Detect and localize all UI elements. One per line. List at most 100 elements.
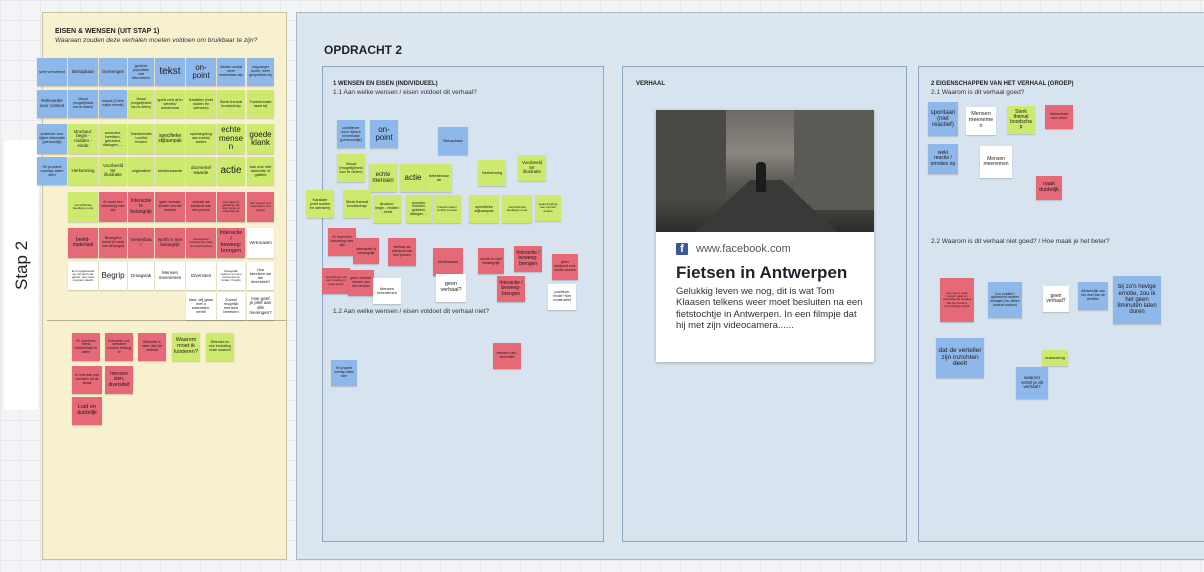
sticky-note[interactable]: spontaan (niet reactief): [928, 102, 958, 136]
sticky-note[interactable]: Herkenbaar voor velen: [1045, 105, 1073, 129]
sticky-note[interactable]: actie: [217, 157, 245, 185]
sticky-note[interactable]: Behapbaar: [438, 127, 468, 155]
sticky-note[interactable]: Mensen meenemen: [155, 262, 185, 290]
sticky-note[interactable]: nuancering: [1042, 350, 1068, 366]
sticky-note[interactable]: specifieke stijlaanpak: [155, 124, 185, 154]
sticky-note[interactable]: Hoe geef je plek aan alle meningen?: [247, 292, 274, 320]
sticky-note[interactable]: geen verhaal, emotie van het verhaal: [348, 270, 374, 296]
sticky-note[interactable]: Interactie / beweeg-brengen: [497, 276, 525, 302]
sticky-note[interactable]: Luid en duidelijk: [72, 397, 102, 425]
sticky-note[interactable]: Interactie / beweeg-brengen: [514, 246, 542, 272]
sticky-note[interactable]: Relevantie voor context: [37, 90, 67, 118]
sticky-note[interactable]: actie: [400, 164, 426, 192]
sticky-note[interactable]: er hele kan met verhalen uit de straat: [72, 366, 102, 394]
sticky-note[interactable]: Herkenning: [68, 157, 98, 185]
sticky-note[interactable]: Sterk themal boodschap: [343, 190, 371, 218]
sticky-note[interactable]: Karakter (met noden en wensen): [306, 190, 334, 218]
sticky-note[interactable]: Hoe bereiken we die diversiteit?: [247, 262, 274, 290]
sticky-note[interactable]: Er moet een mens herkenbaar in zitten: [72, 333, 100, 361]
sticky-note[interactable]: naak duidelijk: [1036, 176, 1062, 200]
sticky-note[interactable]: Er moet een bedoeling mee zijn: [328, 228, 356, 256]
sticky-note[interactable]: structuur: begin - midden - einde: [373, 195, 401, 223]
sticky-note[interactable]: structuur: begin - midden - einde: [68, 124, 98, 154]
sticky-note[interactable]: Voorbeeld ter illustratie: [518, 155, 546, 181]
sticky-note[interactable]: positiever voor rijkere informatie (pers…: [37, 124, 67, 154]
sticky-note[interactable]: verschillend van een invulling in actie …: [322, 268, 350, 294]
sticky-note[interactable]: Mensen meenemen: [966, 107, 996, 135]
sticky-note[interactable]: Sterk themal boodschap: [1007, 106, 1035, 134]
sticky-note[interactable]: Vertrouwen: [247, 228, 274, 258]
sticky-note[interactable]: spelt zich af in wereld/ universum: [155, 90, 185, 118]
facebook-post-card[interactable]: f www.facebook.com Fietsen in Antwerpen …: [656, 110, 874, 362]
sticky-note[interactable]: Visual (mogelijkheid van te delen): [337, 154, 365, 182]
post-title[interactable]: Fietsen in Antwerpen: [676, 263, 847, 283]
sticky-note[interactable]: mensen zien, diversiteit: [105, 366, 133, 394]
sticky-note[interactable]: mag langer duren, meer gesprekken bij: [247, 58, 274, 86]
sticky-note[interactable]: idealen omdat meer herkenbaar zijn: [217, 58, 245, 86]
sticky-note[interactable]: Afhankelijk van het doel van de vertelle…: [1078, 282, 1108, 310]
sticky-note[interactable]: dat de verteller zijn inzichten deelt: [936, 338, 984, 378]
sticky-note[interactable]: Relevant en een bedoeling maar waarom: [206, 333, 234, 361]
sticky-note[interactable]: betekenaarde: [426, 164, 452, 192]
sticky-note[interactable]: Zou voor 1 topic moeten gaan en verschil…: [940, 278, 974, 322]
sticky-note[interactable]: bewegende creating aan twee de totaal fr…: [186, 228, 216, 258]
sticky-note[interactable]: Karakter (met noden en wensen): [186, 90, 216, 118]
sticky-note[interactable]: Interactie is belangrijk: [128, 192, 154, 222]
sticky-note[interactable]: 90 procent overlap laten zien: [37, 157, 67, 185]
sticky-note[interactable]: Behapbaar: [68, 58, 98, 86]
sticky-note[interactable]: on-point: [370, 120, 398, 148]
sticky-note[interactable]: echte mensen: [217, 124, 245, 154]
sticky-note[interactable]: Sterk themal boodschap: [217, 90, 245, 118]
sticky-note[interactable]: Zoveel mogelijk mensen bereiken: [217, 292, 245, 320]
sticky-note[interactable]: Transformatie / conflict ervaren: [433, 195, 461, 223]
sticky-note[interactable]: wekt reactie / emoties op: [928, 144, 958, 174]
sticky-note[interactable]: Draagvlak: [128, 262, 154, 290]
sticky-note[interactable]: geen verhaal?: [436, 274, 466, 302]
sticky-note[interactable]: spanningsbog aan eventul anders: [535, 195, 561, 221]
sticky-note[interactable]: woorden, beelden, geluiden, dialogen, ..…: [99, 124, 127, 154]
sticky-note[interactable]: tekst: [155, 58, 185, 86]
sticky-note[interactable]: beeld-materiaal: [68, 228, 98, 258]
sticky-note[interactable]: positiever voor rijkere informatie (pers…: [337, 120, 365, 148]
sticky-note[interactable]: doorvertel waarde: [186, 157, 216, 185]
sticky-note[interactable]: Impact (3 time major events): [99, 90, 127, 118]
sticky-note[interactable]: Visual (mogelijkheid van te delen): [128, 90, 154, 118]
sticky-note[interactable]: Er is opgebouwd de moment niet geniet, h…: [68, 262, 98, 290]
sticky-note[interactable]: geen verhaal?: [1043, 286, 1069, 312]
sticky-note[interactable]: kan ook met animatie of grafiek: [247, 157, 274, 185]
sticky-note[interactable]: Hoe absurd geleiding van door grote en z…: [217, 192, 245, 222]
sticky-note[interactable]: worth is niet belangrijk: [155, 228, 185, 258]
sticky-note[interactable]: herkenbaar: [128, 228, 154, 258]
post-domain[interactable]: www.facebook.com: [696, 243, 791, 255]
sticky-note[interactable]: worth is niet belangrijk: [478, 248, 504, 274]
sticky-note[interactable]: verschillende beeldtypen ook: [68, 192, 98, 222]
sticky-note[interactable]: waarom vertel je dit verhaal?: [1016, 367, 1048, 399]
sticky-note[interactable]: Gemengen: [99, 58, 127, 86]
sticky-note[interactable]: Zou positief / oplossend moeten eindigen…: [988, 282, 1022, 318]
sticky-note[interactable]: iets visueel, het materiaal in het proje…: [247, 192, 274, 222]
sticky-note[interactable]: Toeleenbare lawn bij: [247, 90, 274, 118]
sticky-note[interactable]: snel vervelend: [37, 58, 67, 86]
sticky-note[interactable]: Visual (mogelijkheid van te delen): [68, 90, 98, 118]
sticky-note[interactable]: Er moet een bedoeling mee zijn: [99, 192, 127, 222]
sticky-note[interactable]: verhaal als startpunt van een proces: [388, 238, 416, 266]
sticky-note[interactable]: 90 procent overlap laten zien: [331, 360, 357, 386]
sticky-note[interactable]: Diversiteit: [186, 262, 216, 290]
sticky-note[interactable]: Mensen meenemen: [373, 278, 401, 304]
sticky-note[interactable]: geen startpunt voor verder proces: [552, 254, 578, 280]
sticky-note[interactable]: originaliteit: [128, 157, 154, 185]
sticky-note[interactable]: verschillende beeldtypen ook: [502, 195, 532, 223]
sticky-note[interactable]: goede klank: [247, 124, 274, 154]
sticky-note[interactable]: Evenzeer ook verhalen rondom betoog of: [105, 333, 133, 361]
video-thumbnail[interactable]: [656, 110, 874, 232]
sticky-note[interactable]: verhaal als startpunt aan een proces: [186, 192, 216, 222]
sticky-note[interactable]: geen verhaal, emotie van het verhaal: [155, 192, 185, 222]
sticky-note[interactable]: Bewegend beeld (in vaak ook tot langst): [99, 228, 127, 258]
sticky-note[interactable]: Draagvlak creëren om een consensus te vi…: [217, 262, 245, 290]
sticky-note[interactable]: mensen zien, diversiteit: [493, 343, 521, 369]
sticky-note[interactable]: specifieke stijlaanpak: [469, 195, 499, 223]
sticky-note[interactable]: Begrip: [99, 262, 127, 290]
sticky-note[interactable]: spanningsbog aan eventul anders: [186, 124, 216, 154]
sticky-note[interactable]: betekenaarde: [155, 157, 185, 185]
sticky-note[interactable]: grotere populatie dat interveren: [128, 58, 154, 86]
